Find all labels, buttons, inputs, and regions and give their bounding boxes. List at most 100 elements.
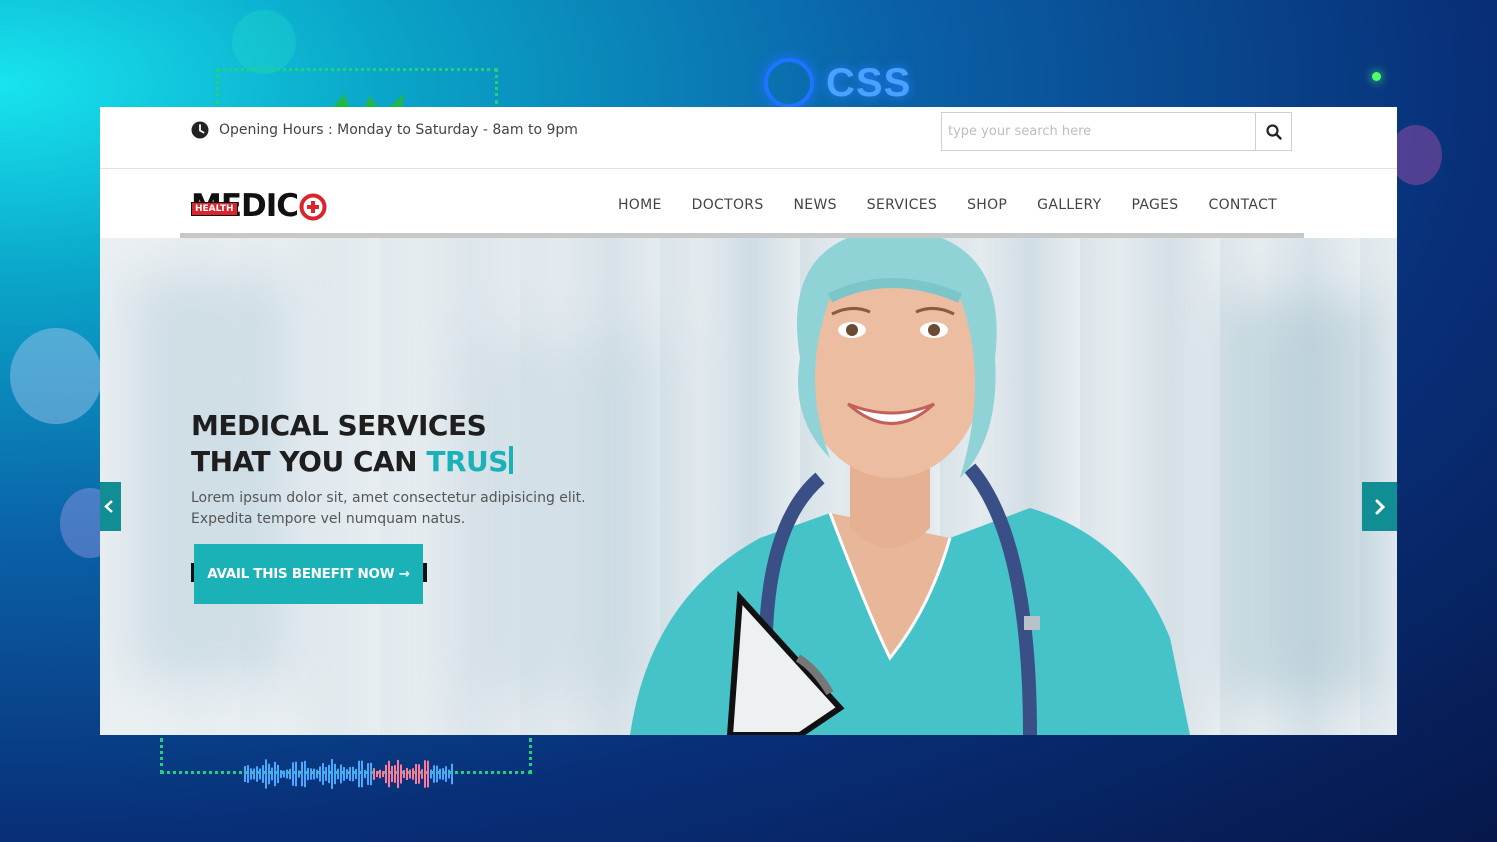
- css-badge: CSS: [764, 58, 911, 108]
- logo-badge: HEALTH: [191, 202, 238, 216]
- nav-item-pages[interactable]: PAGES: [1132, 197, 1179, 213]
- wave-bar: [301, 761, 303, 787]
- wave-bar: [271, 767, 273, 781]
- avail-benefit-button[interactable]: AVAIL THIS BENEFIT NOW →: [194, 544, 423, 604]
- wave-bar: [421, 769, 423, 779]
- wave-bar: [412, 768, 414, 780]
- nav-item-gallery[interactable]: GALLERY: [1037, 197, 1101, 213]
- wave-bar: [445, 766, 447, 782]
- opening-hours: Opening Hours : Monday to Saturday - 8am…: [191, 121, 578, 139]
- wave-bar: [430, 769, 432, 779]
- wave-bar: [286, 769, 288, 779]
- wave-bar: [313, 768, 315, 780]
- wave-bar: [292, 762, 294, 786]
- wave-bar: [415, 763, 417, 785]
- wave-bar: [379, 769, 381, 779]
- wave-bar: [448, 769, 450, 779]
- wave-bar: [283, 770, 285, 778]
- cta-right-accent: [423, 563, 427, 582]
- wave-bar: [331, 759, 333, 789]
- site-logo[interactable]: MEDIC HEALTH: [191, 191, 327, 222]
- wave-bar: [439, 768, 441, 780]
- wave-bar: [256, 766, 258, 782]
- wave-bar: [250, 768, 252, 780]
- wave-bar: [280, 769, 282, 779]
- wave-bar: [424, 760, 426, 788]
- wave-bar: [397, 759, 399, 789]
- nav-item-news[interactable]: NEWS: [794, 197, 837, 213]
- bokeh-circle: [232, 10, 296, 74]
- wave-bar: [451, 763, 453, 785]
- wave-bar: [334, 763, 336, 785]
- wave-bar: [376, 770, 378, 778]
- nav-item-contact[interactable]: CONTACT: [1209, 197, 1278, 213]
- audio-wave-icon: [244, 759, 453, 789]
- wave-bar: [337, 768, 339, 780]
- wave-bar: [403, 770, 405, 778]
- cta-group: AVAIL THIS BENEFIT NOW →: [191, 544, 427, 604]
- wave-bar: [370, 762, 372, 786]
- wave-bar: [385, 764, 387, 784]
- top-bar: Opening Hours : Monday to Saturday - 8am…: [100, 107, 1397, 169]
- wave-bar: [358, 760, 360, 788]
- wave-bar: [418, 764, 420, 784]
- plus-circle-icon: [299, 193, 327, 220]
- leaf-icon: [332, 94, 404, 108]
- clock-icon: [191, 121, 209, 139]
- search-box: [941, 112, 1292, 151]
- wave-bar: [244, 766, 246, 782]
- wave-bar: [328, 764, 330, 784]
- hero-title-typed-word: TRUS: [426, 445, 508, 478]
- hero-title: MEDICAL SERVICES THAT YOU CAN TRUS: [191, 408, 513, 480]
- bokeh-circle: [10, 328, 102, 424]
- wave-bar: [265, 759, 267, 789]
- hero-background-blur: [1220, 298, 1380, 698]
- wave-bar: [259, 768, 261, 780]
- main-menu: HOME DOCTORS NEWS SERVICES SHOP GALLERY …: [618, 197, 1277, 213]
- nav-item-shop[interactable]: SHOP: [967, 197, 1007, 213]
- wave-bar: [409, 769, 411, 779]
- wave-bar: [394, 765, 396, 783]
- wave-bar: [352, 766, 354, 782]
- wave-bar: [382, 770, 384, 778]
- chevron-right-icon: [1375, 499, 1385, 514]
- wave-bar: [307, 767, 309, 781]
- wave-bar: [277, 764, 279, 784]
- wave-bar: [322, 763, 324, 785]
- wave-bar: [247, 765, 249, 783]
- search-input[interactable]: [942, 113, 1255, 150]
- hero-title-line1: MEDICAL SERVICES: [191, 409, 487, 442]
- nav-item-services[interactable]: SERVICES: [867, 197, 937, 213]
- chevron-left-icon: [104, 500, 113, 513]
- hero-subtitle: Lorem ipsum dolor sit, amet consectetur …: [191, 490, 586, 527]
- hero-title-line2-prefix: THAT YOU CAN: [191, 445, 427, 478]
- navbar: MEDIC HEALTH HOME DOCTORS NEWS SERVICES …: [100, 169, 1397, 238]
- wave-bar: [361, 760, 363, 788]
- wave-bar: [427, 760, 429, 788]
- slider-prev-button[interactable]: [100, 482, 121, 531]
- wave-bar: [289, 768, 291, 780]
- wave-bar: [442, 768, 444, 780]
- wave-bar: [433, 765, 435, 783]
- wave-bar: [355, 768, 357, 780]
- nav-item-home[interactable]: HOME: [618, 197, 662, 213]
- search-button[interactable]: [1255, 113, 1291, 150]
- wave-bar: [295, 761, 297, 787]
- website-preview: Opening Hours : Monday to Saturday - 8am…: [100, 107, 1397, 735]
- wave-bar: [325, 767, 327, 781]
- hero-slider: MEDICAL SERVICES THAT YOU CAN TRUS Lorem…: [100, 238, 1397, 735]
- wave-bar: [367, 763, 369, 785]
- nav-item-doctors[interactable]: DOCTORS: [692, 197, 764, 213]
- css-ring-icon: [764, 58, 814, 108]
- wave-bar: [298, 770, 300, 778]
- wave-bar: [373, 768, 375, 780]
- wave-bar: [343, 767, 345, 781]
- css-badge-label: CSS: [826, 60, 912, 105]
- wave-bar: [262, 765, 264, 783]
- wave-bar: [310, 768, 312, 780]
- wave-bar: [319, 766, 321, 782]
- opening-hours-text: Opening Hours : Monday to Saturday - 8am…: [219, 122, 578, 138]
- wave-bar: [274, 761, 276, 787]
- slider-next-button[interactable]: [1362, 482, 1397, 531]
- wave-bar: [349, 767, 351, 781]
